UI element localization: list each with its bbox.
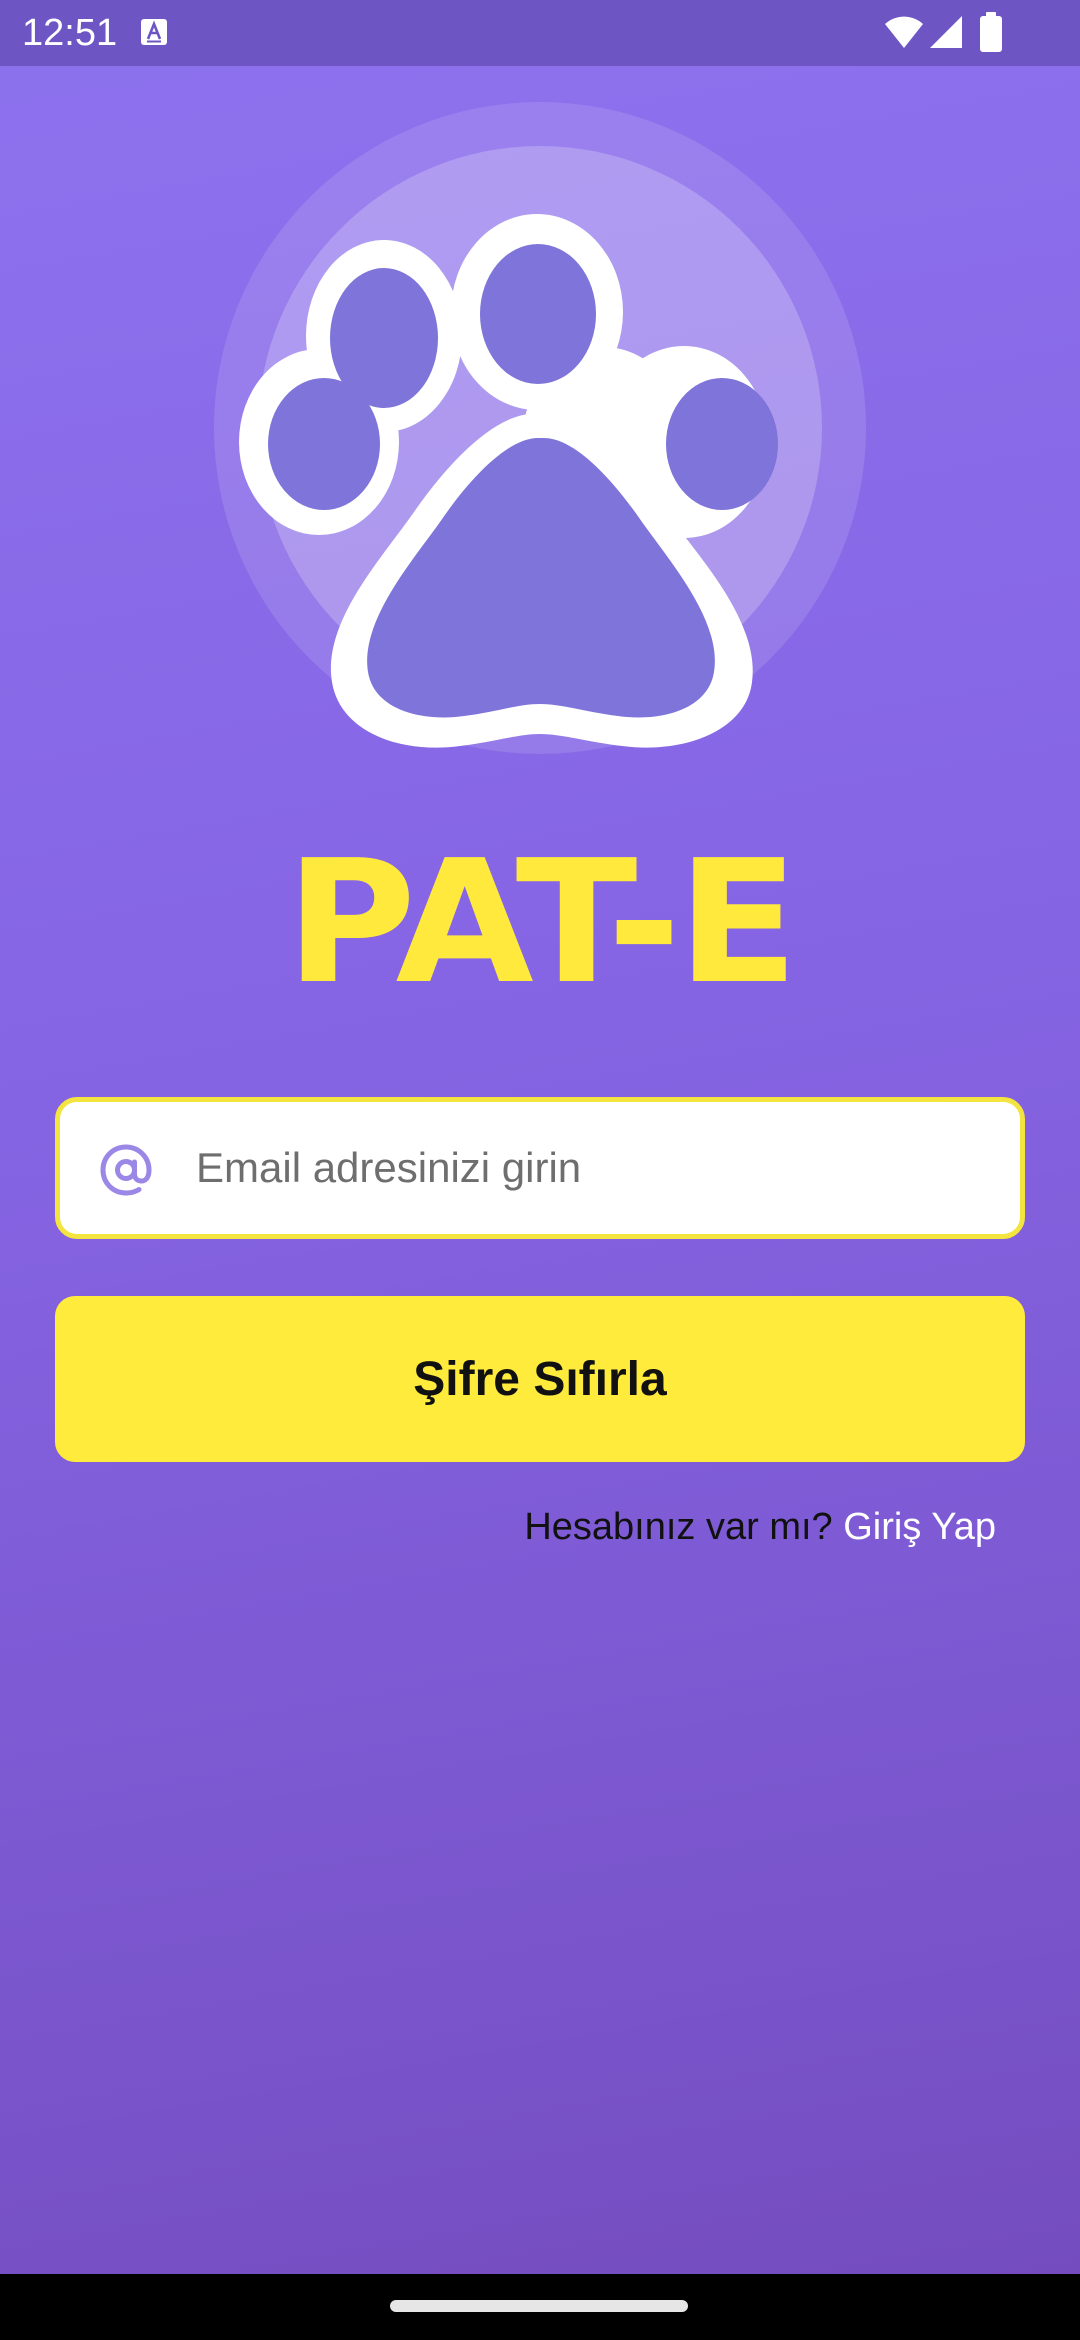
status-time: 12:51 bbox=[22, 12, 118, 54]
at-sign-icon bbox=[100, 1144, 152, 1196]
navigation-bar bbox=[0, 2274, 1080, 2340]
login-question-text: Hesabınız var mı? bbox=[524, 1506, 844, 1548]
reset-password-screen: 12:51 PAT-E Email adresinizi girin Şifre… bbox=[0, 0, 1080, 2340]
home-indicator[interactable] bbox=[390, 2300, 688, 2312]
app-logo-title: PAT-E bbox=[285, 824, 798, 1022]
cell-signal-icon bbox=[930, 16, 962, 48]
paw-icon bbox=[214, 102, 866, 754]
text-format-icon bbox=[141, 19, 167, 45]
login-link[interactable]: Giriş Yap bbox=[843, 1506, 996, 1548]
battery-icon bbox=[980, 12, 1002, 52]
wifi-icon bbox=[885, 16, 923, 48]
status-bar: 12:51 bbox=[0, 0, 1080, 66]
login-prompt: Hesabınız var mı? Giriş Yap bbox=[0, 1500, 996, 1554]
email-input[interactable] bbox=[196, 1102, 996, 1234]
email-field[interactable] bbox=[55, 1097, 1025, 1239]
reset-password-button[interactable]: Şifre Sıfırla bbox=[55, 1296, 1025, 1462]
